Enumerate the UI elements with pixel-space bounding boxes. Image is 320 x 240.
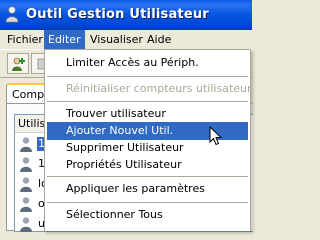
- add-user-button[interactable]: [7, 53, 29, 74]
- user-icon: [18, 216, 34, 232]
- menu-separator: [47, 76, 248, 77]
- menu-aide[interactable]: Aide: [143, 30, 175, 49]
- menu-separator: [47, 202, 248, 203]
- menu-visualiser[interactable]: Visualiser: [86, 30, 147, 49]
- title-bar[interactable]: Outil Gestion Utilisateur: [0, 0, 252, 30]
- users-app-icon: [4, 6, 20, 23]
- menu-separator: [47, 176, 248, 177]
- window-title: Outil Gestion Utilisateur: [26, 7, 209, 22]
- menu-item-selectionner-tous[interactable]: Sélectionner Tous: [47, 206, 248, 224]
- user-icon: [18, 196, 34, 212]
- menu-editer[interactable]: Editer: [44, 30, 85, 49]
- menu-bar: Fichier Editer Visualiser Aide: [0, 30, 252, 49]
- menu-item-trouver-utilisateur[interactable]: Trouver utilisateur: [47, 105, 248, 123]
- menu-fichier[interactable]: Fichier: [3, 30, 47, 49]
- menu-item-limiter-acces[interactable]: Limiter Accès au Périph.: [47, 54, 248, 72]
- user-icon: [18, 136, 34, 152]
- user-icon: [18, 176, 34, 192]
- mouse-cursor-icon: [209, 125, 223, 146]
- user-icon: [18, 156, 34, 172]
- menu-item-proprietes-utilisateur[interactable]: Propriétés Utilisateur: [47, 156, 248, 174]
- menu-item-appliquer-parametres[interactable]: Appliquer les paramètres: [47, 180, 248, 198]
- menu-item-reinitialiser-compteurs[interactable]: Réinitialiser compteurs utilisateur: [47, 80, 252, 98]
- menu-separator: [47, 101, 248, 102]
